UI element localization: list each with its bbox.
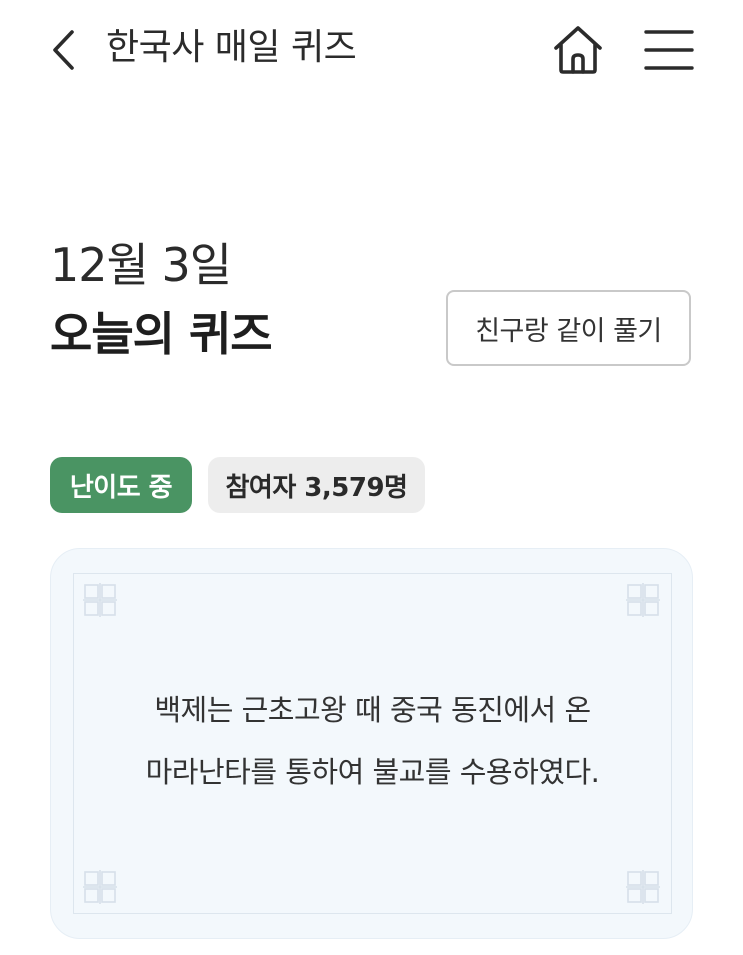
difficulty-badge: 난이도 중	[50, 457, 192, 513]
home-icon	[554, 26, 602, 74]
participants-badge: 참여자 3,579명	[208, 457, 425, 513]
chevron-left-icon	[53, 30, 74, 70]
corner-ornament-icon	[83, 583, 117, 617]
back-button[interactable]	[40, 22, 90, 78]
corner-ornament-icon	[626, 870, 660, 904]
question-line: 백제는 근초고왕 때 중국 동진에서 온	[154, 693, 591, 727]
corner-ornament-icon	[83, 870, 117, 904]
solve-with-friend-button[interactable]: 친구랑 같이 풀기	[446, 290, 691, 366]
corner-ornament-icon	[626, 583, 660, 617]
quiz-title: 오늘의 퀴즈	[50, 307, 273, 361]
quiz-date: 12월 3일	[50, 238, 232, 292]
question-card: 백제는 근초고왕 때 중국 동진에서 온 마라난타를 통하여 불교를 수용하였다…	[50, 548, 693, 939]
app-header: 한국사 매일 퀴즈	[0, 0, 743, 100]
home-button[interactable]	[548, 20, 608, 80]
question-text: 백제는 근초고왕 때 중국 동진에서 온 마라난타를 통하여 불교를 수용하였다…	[91, 679, 654, 803]
page-title: 한국사 매일 퀴즈	[106, 27, 357, 68]
hamburger-menu-icon	[644, 30, 694, 70]
question-line: 마라난타를 통하여 불교를 수용하였다.	[145, 755, 600, 789]
menu-button[interactable]	[640, 24, 698, 76]
